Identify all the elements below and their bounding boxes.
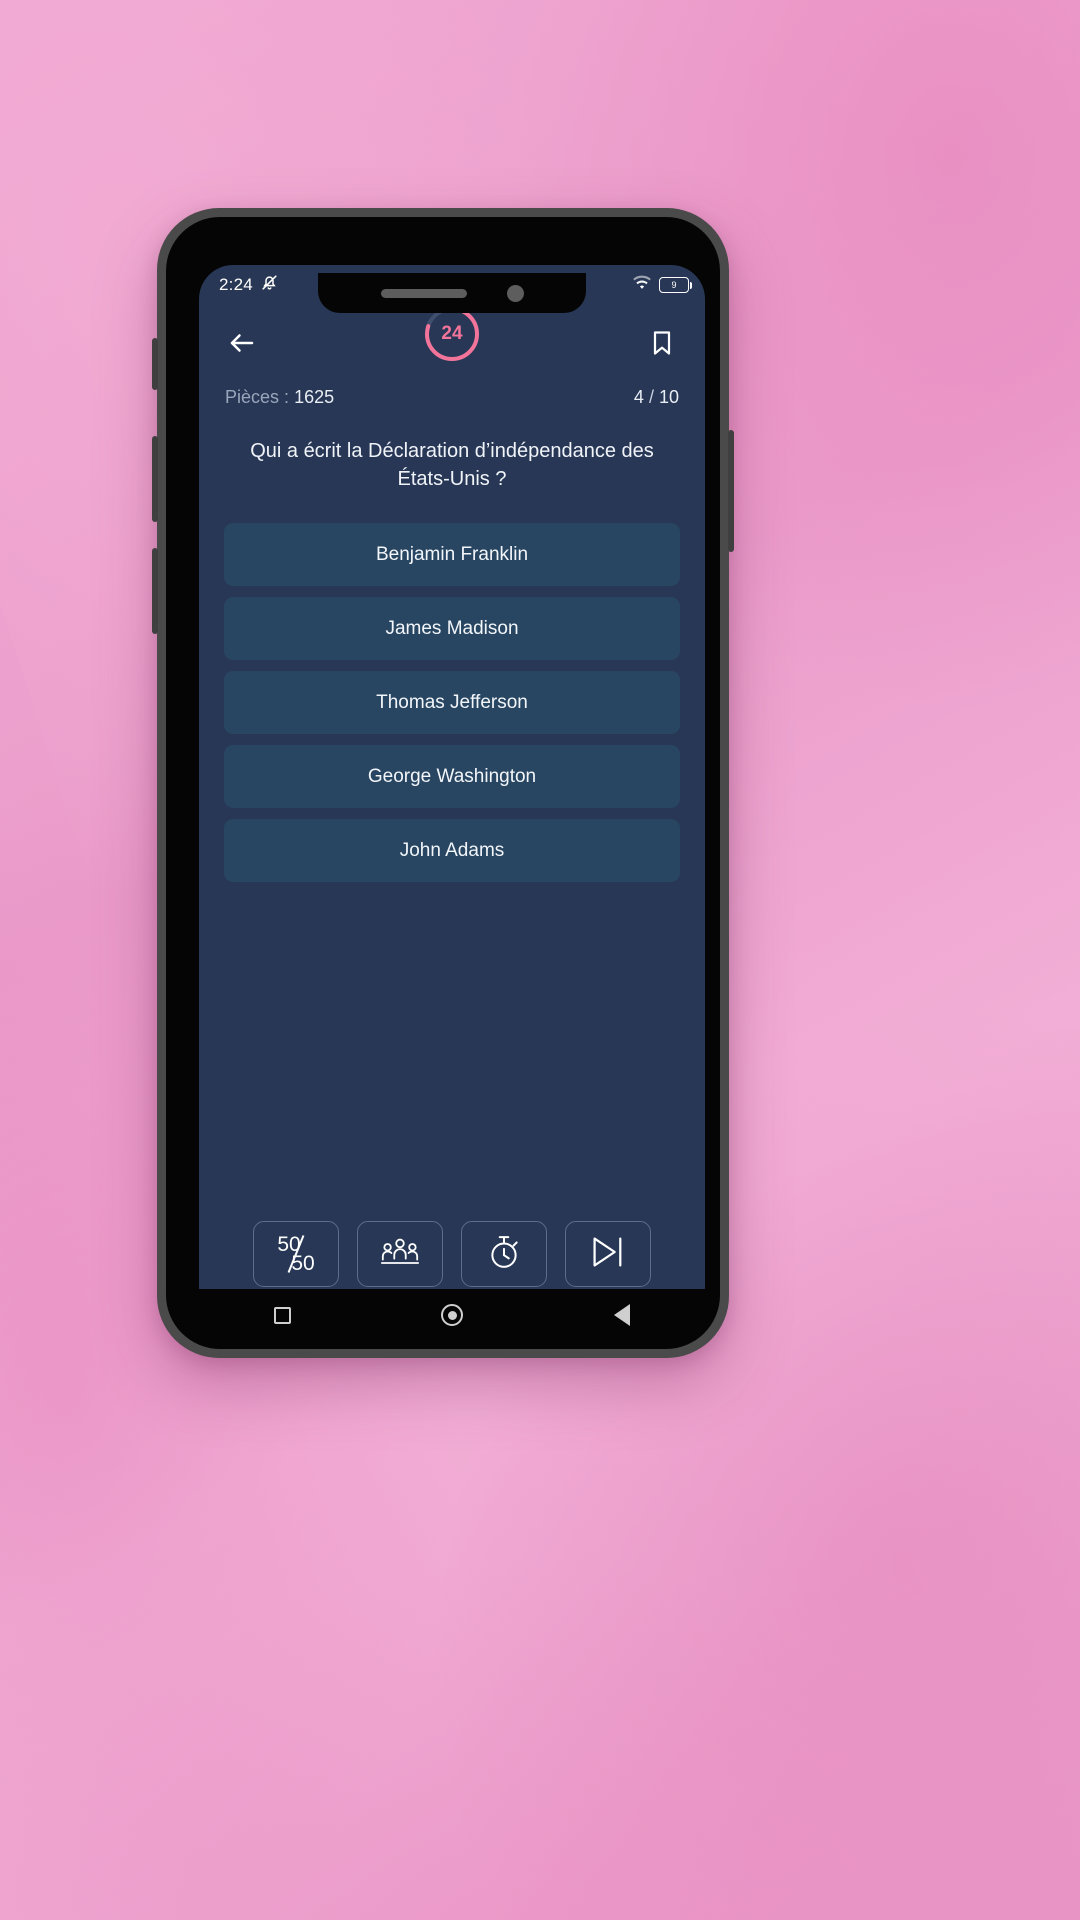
- lifeline-extra-time-button[interactable]: [461, 1221, 547, 1287]
- status-clock: 2:24: [219, 275, 253, 294]
- stopwatch-icon: [487, 1234, 521, 1275]
- fifty-fifty-icon: 50 50: [277, 1234, 314, 1275]
- app-header: 24: [199, 305, 705, 381]
- lifeline-ask-audience-button[interactable]: [357, 1221, 443, 1287]
- progress-separator: /: [648, 387, 654, 407]
- info-row: Pièces : 1625 4 / 10: [199, 381, 705, 408]
- triangle-back-icon[interactable]: [613, 1304, 630, 1326]
- status-bar-right: 9: [632, 275, 692, 296]
- phone-bezel: 2:24 9 24 Pièces: 1625 4 / 10 Qui a écr…: [166, 217, 720, 1349]
- question-text: Qui a écrit la Déclaration d’indépendanc…: [250, 440, 654, 490]
- wifi-icon: [632, 275, 652, 296]
- battery-level-label: 9: [671, 279, 677, 290]
- earpiece-speaker: [380, 288, 467, 298]
- front-camera: [506, 284, 524, 302]
- pieces-value: 1625: [294, 387, 335, 407]
- power-button[interactable]: [728, 430, 734, 552]
- app-screen: 2:24 9 24 Pièces: 1625 4 / 10 Qui a écr…: [199, 265, 705, 1307]
- lifeline-fifty-fifty-button[interactable]: 50 50: [253, 1221, 339, 1287]
- pieces-separator: :: [284, 387, 290, 407]
- android-nav-bar: [199, 1289, 705, 1341]
- device-notch: [318, 273, 586, 313]
- pieces-counter: Pièces : 1625: [225, 387, 334, 408]
- answer-option[interactable]: Benjamin Franklin: [224, 523, 680, 587]
- answer-list: Benjamin Franklin James Madison Thomas J…: [199, 493, 705, 883]
- bell-muted-icon: [260, 273, 279, 297]
- answer-option[interactable]: James Madison: [224, 597, 680, 661]
- skip-next-icon: [589, 1234, 627, 1275]
- question-progress: 4 / 10: [634, 387, 679, 408]
- timer-value: 24: [441, 323, 463, 344]
- volume-up-button[interactable]: [152, 338, 158, 390]
- answer-option[interactable]: John Adams: [224, 819, 680, 883]
- status-bar-left: 2:24: [219, 273, 279, 297]
- battery-icon: 9: [659, 277, 692, 293]
- bookmark-icon[interactable]: [645, 326, 679, 360]
- pieces-label: Pièces: [225, 387, 280, 407]
- square-icon[interactable]: [274, 1306, 292, 1324]
- people-group-icon: [379, 1235, 421, 1274]
- lifeline-skip-question-button[interactable]: [565, 1221, 651, 1287]
- total-questions: 10: [658, 387, 679, 407]
- volume-down-button[interactable]: [152, 436, 158, 522]
- answer-option[interactable]: Thomas Jefferson: [224, 671, 680, 735]
- lifeline-bar: 50 50: [199, 1221, 705, 1287]
- back-arrow-icon[interactable]: [225, 326, 259, 360]
- mute-switch[interactable]: [152, 548, 158, 634]
- answer-option[interactable]: George Washington: [224, 745, 680, 809]
- current-question: 4: [633, 387, 644, 407]
- circle-icon[interactable]: [441, 1304, 464, 1326]
- phone-device: 2:24 9 24 Pièces: 1625 4 / 10 Qui a écr…: [152, 208, 734, 1358]
